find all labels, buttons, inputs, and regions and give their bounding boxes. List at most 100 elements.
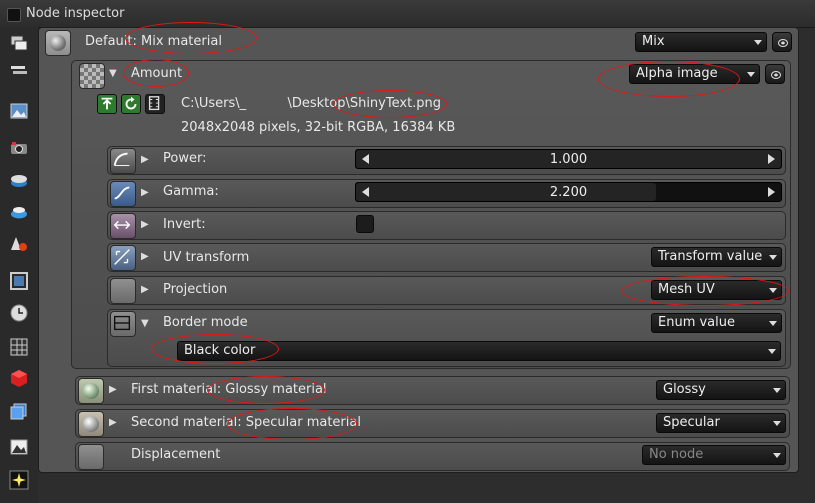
window-menu-icon[interactable] (7, 8, 21, 22)
first-material-label: First material: Glossy material (131, 382, 327, 397)
sphere-icon (83, 416, 99, 432)
projection-icon[interactable] (110, 278, 136, 304)
chevron-down-icon (773, 453, 781, 458)
mix-material-node-icon[interactable] (45, 30, 71, 56)
amount-expand-icon[interactable]: ▼ (109, 68, 117, 79)
default-label: Default: Mix material (85, 34, 222, 49)
chevron-down-icon (754, 40, 762, 45)
image-icon[interactable] (9, 101, 29, 121)
sphere-icon (83, 383, 99, 399)
glossy-material-icon[interactable] (78, 378, 104, 404)
amount-visibility-eye-icon[interactable] (765, 64, 785, 84)
list-icon[interactable] (9, 61, 29, 81)
uv-transform-dropdown[interactable]: Transform value (651, 247, 782, 267)
second-material-prefix: Second material: (131, 415, 246, 430)
load-file-icon[interactable] (97, 94, 117, 114)
invert-checkbox[interactable] (356, 215, 374, 233)
path-file: \ShinyText.png (345, 96, 442, 111)
path-mid: \Desktop (287, 96, 346, 111)
specular-material-icon[interactable] (78, 411, 104, 437)
uv-transform-expand-icon[interactable]: ▶ (141, 251, 149, 262)
camera-icon[interactable] (9, 138, 29, 158)
border-mode-expand-icon[interactable]: ▼ (141, 318, 149, 329)
chevron-down-icon (769, 255, 777, 260)
second-material-expand-icon[interactable]: ▶ (109, 417, 117, 428)
amount-type-value: Alpha image (636, 66, 718, 81)
title-bar: Node inspector (0, 0, 815, 28)
first-material-value: Glossy (663, 382, 706, 397)
projection-value: Mesh UV (658, 282, 715, 297)
projection-dropdown[interactable]: Mesh UV (651, 280, 782, 300)
inspector-panel: Default: Mix material Mix ▼ Amount Alpha… (38, 22, 799, 473)
window-title: Node inspector (26, 6, 125, 21)
second-material-dropdown[interactable]: Specular (656, 413, 786, 433)
amount-label: Amount (131, 66, 183, 81)
uv-transform-value: Transform value (658, 249, 763, 264)
first-material-name: Glossy material (225, 382, 327, 397)
gamma-slider[interactable]: 2.200 (355, 182, 782, 202)
second-material-value: Specular (663, 415, 720, 430)
default-type-dropdown[interactable]: Mix (635, 32, 767, 52)
power-expand-icon[interactable]: ▶ (141, 154, 149, 165)
power-curve-icon[interactable] (110, 148, 136, 174)
red-cube-icon[interactable] (9, 368, 29, 388)
border-mode-sub-dropdown[interactable]: Black color (177, 341, 781, 361)
gamma-expand-icon[interactable]: ▶ (141, 187, 149, 198)
displacement-icon[interactable] (78, 444, 104, 470)
default-label-prefix: Default: (85, 34, 142, 49)
gamma-curve-icon[interactable] (110, 181, 136, 207)
path-prefix: C:\Users\_ (181, 96, 247, 111)
left-toolbar (0, 27, 38, 503)
file-path: C:\Users\_ \Desktop\ShinyText.png (181, 96, 441, 111)
chevron-down-icon (773, 388, 781, 393)
film-sequence-icon[interactable] (145, 94, 165, 114)
uv-transform-icon[interactable] (110, 245, 136, 271)
reload-icon[interactable] (121, 94, 141, 114)
displacement-dropdown[interactable]: No node (642, 445, 786, 465)
uv-transform-label: UV transform (163, 250, 250, 265)
chevron-down-icon (769, 288, 777, 293)
chevron-down-icon (773, 421, 781, 426)
first-material-expand-icon[interactable]: ▶ (109, 384, 117, 395)
frame-icon[interactable] (9, 271, 29, 291)
border-mode-value: Enum value (658, 315, 735, 330)
invert-expand-icon[interactable]: ▶ (141, 219, 149, 230)
displacement-label: Displacement (131, 447, 221, 462)
sparkle-icon[interactable] (9, 470, 29, 490)
sphere-icon (50, 35, 66, 51)
gamma-value: 2.200 (549, 185, 588, 200)
default-material-name: Mix material (141, 34, 222, 49)
second-material-name: Specular material (245, 415, 361, 430)
gamma-label: Gamma: (163, 184, 219, 199)
power-label: Power: (163, 151, 207, 166)
border-mode-dropdown[interactable]: Enum value (651, 313, 782, 333)
first-material-prefix: First material: (131, 382, 226, 397)
clock-icon[interactable] (9, 303, 29, 323)
power-slider[interactable]: 1.000 (355, 149, 782, 169)
blue-cube-icon[interactable] (9, 401, 29, 421)
projection-label: Projection (163, 282, 228, 297)
border-mode-label: Border mode (163, 315, 248, 330)
border-mode-sub-value: Black color (184, 343, 256, 358)
landscape-icon[interactable] (9, 437, 29, 457)
file-info: 2048x2048 pixels, 32-bit RGBA, 16384 KB (181, 120, 456, 135)
layers-icon[interactable] (9, 33, 29, 53)
chevron-down-icon (768, 349, 776, 354)
disk-blue-icon[interactable] (9, 202, 29, 222)
amount-type-dropdown[interactable]: Alpha image (629, 64, 760, 84)
material-icon[interactable] (9, 234, 29, 254)
grid-icon[interactable] (9, 337, 29, 357)
increment-icon[interactable] (768, 187, 775, 197)
projection-expand-icon[interactable]: ▶ (141, 284, 149, 295)
image-texture-icon[interactable] (79, 63, 105, 89)
invert-row (107, 211, 786, 240)
border-mode-icon[interactable] (110, 311, 136, 337)
chevron-down-icon (769, 321, 777, 326)
invert-label: Invert: (163, 217, 206, 232)
disk-icon[interactable] (9, 170, 29, 190)
increment-icon[interactable] (768, 154, 775, 164)
default-visibility-eye-icon[interactable] (772, 32, 792, 52)
first-material-dropdown[interactable]: Glossy (656, 380, 786, 400)
second-material-label: Second material: Specular material (131, 415, 361, 430)
invert-icon[interactable] (110, 213, 136, 239)
